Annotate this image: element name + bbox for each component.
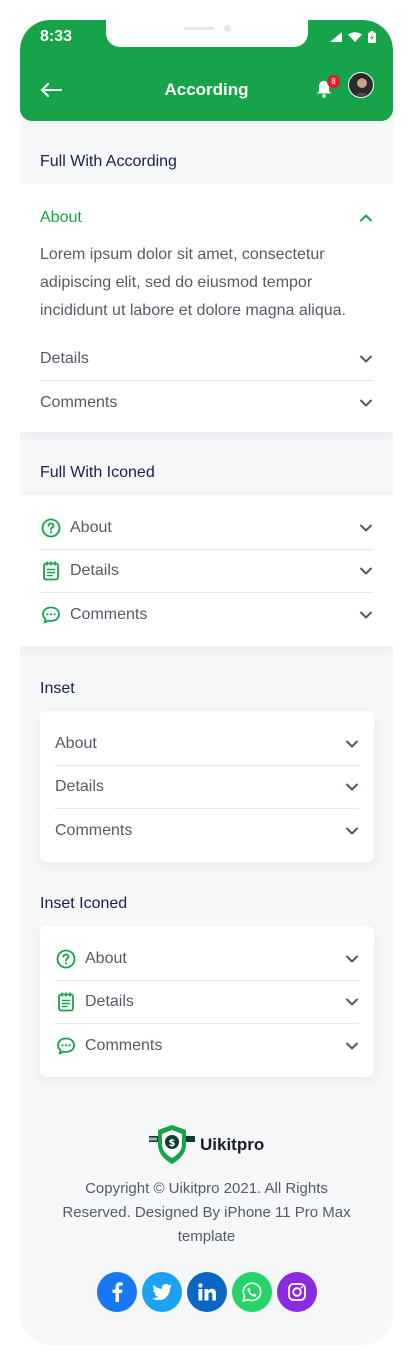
accordion-item-about[interactable]: About <box>40 196 373 239</box>
accordion-item-label: About <box>40 208 82 226</box>
chevron-down-icon <box>360 567 372 575</box>
section-title-full-iconed: Full With Iconed <box>40 464 155 481</box>
chevron-down-icon <box>346 1042 358 1049</box>
facebook-icon <box>112 1282 123 1302</box>
accordion-item-label: Comments <box>40 393 118 411</box>
accordion-item-label: Comments <box>55 821 133 839</box>
accordion-item-label: About <box>55 735 97 752</box>
section-title-inset: Inset <box>40 680 75 697</box>
instagram-button[interactable] <box>277 1272 317 1312</box>
accordion-item-label: Details <box>85 993 134 1010</box>
accordion-inset: About Details Comments <box>40 711 374 862</box>
chevron-down-icon <box>346 783 358 791</box>
question-circle-icon <box>56 949 76 969</box>
facebook-button[interactable] <box>97 1272 137 1312</box>
accordion-item-label: Comments <box>70 605 148 623</box>
app-header: 8:33 According 8 <box>20 20 393 121</box>
battery-icon <box>368 31 376 43</box>
accordion-inset-iconed: About Details Comments <box>40 926 374 1077</box>
status-icons <box>330 31 376 43</box>
accordion-item-comments[interactable]: Comments <box>55 1024 359 1067</box>
chevron-down-icon <box>360 355 372 363</box>
accordion-item-details[interactable]: Details <box>40 550 373 593</box>
chevron-down-icon <box>346 998 358 1006</box>
notification-badge: 8 <box>327 75 340 88</box>
chevron-down-icon <box>346 740 358 748</box>
footer-brand-name: Uikitpro <box>200 1135 265 1154</box>
accordion-full: About Lorem ipsum dolor sit amet, consec… <box>20 184 393 432</box>
accordion-item-label: About <box>70 519 112 536</box>
section-title-inset-iconed: Inset Iconed <box>40 895 128 912</box>
accordion-item-comments[interactable]: Comments <box>55 809 359 852</box>
accordion-item-comments[interactable]: Comments <box>40 593 373 636</box>
question-circle-icon <box>41 518 61 538</box>
chevron-down-icon <box>346 955 358 963</box>
chevron-down-icon <box>346 827 358 834</box>
instagram-icon <box>288 1283 306 1301</box>
accordion-item-label: Details <box>70 562 119 579</box>
accordion-item-details[interactable]: Details <box>55 766 359 809</box>
chevron-down-icon <box>360 611 372 618</box>
chat-icon <box>42 606 60 623</box>
linkedin-icon <box>198 1283 216 1301</box>
avatar[interactable] <box>348 72 374 98</box>
accordion-item-details[interactable]: Details <box>55 981 359 1024</box>
uikitpro-shield-logo-icon: $ <box>149 1125 195 1164</box>
twitter-button[interactable] <box>142 1272 182 1312</box>
whatsapp-button[interactable] <box>232 1272 272 1312</box>
twitter-icon <box>152 1284 172 1300</box>
status-time: 8:33 <box>40 28 73 45</box>
accordion-item-label: About <box>85 950 127 967</box>
accordion-item-comments[interactable]: Comments <box>40 381 373 424</box>
chevron-down-icon <box>360 399 372 406</box>
accordion-item-details[interactable]: Details <box>40 338 373 381</box>
accordion-item-label: Comments <box>85 1036 163 1054</box>
document-icon <box>58 992 74 1012</box>
phone-screen: 8:33 According 8 Full With According Abo… <box>20 20 393 1345</box>
social-links <box>97 1272 317 1312</box>
signal-icon <box>330 32 342 42</box>
chevron-down-icon <box>360 524 372 532</box>
accordion-item-label: Details <box>40 350 89 367</box>
chat-icon <box>57 1037 75 1054</box>
footer-copyright: Copyright © Uikitpro 2021. All Rights Re… <box>62 1180 351 1245</box>
accordion-item-about[interactable]: About <box>40 507 373 550</box>
accordion-body: Lorem ipsum dolor sit amet, consectetur … <box>40 246 346 319</box>
accordion-item-label: Details <box>55 778 104 795</box>
chevron-up-icon <box>360 214 372 221</box>
section-title-full-according: Full With According <box>40 153 177 170</box>
document-icon <box>43 561 59 581</box>
linkedin-button[interactable] <box>187 1272 227 1312</box>
svg-text:$: $ <box>169 1138 176 1149</box>
accordion-item-about[interactable]: About <box>55 723 359 766</box>
accordion-item-about[interactable]: About <box>55 938 359 981</box>
accordion-full-iconed: About Details Comments <box>20 495 393 646</box>
whatsapp-icon <box>242 1282 262 1302</box>
notch <box>106 20 308 47</box>
footer-brand: $ Uikitpro <box>148 1124 264 1166</box>
wifi-icon <box>348 32 362 42</box>
